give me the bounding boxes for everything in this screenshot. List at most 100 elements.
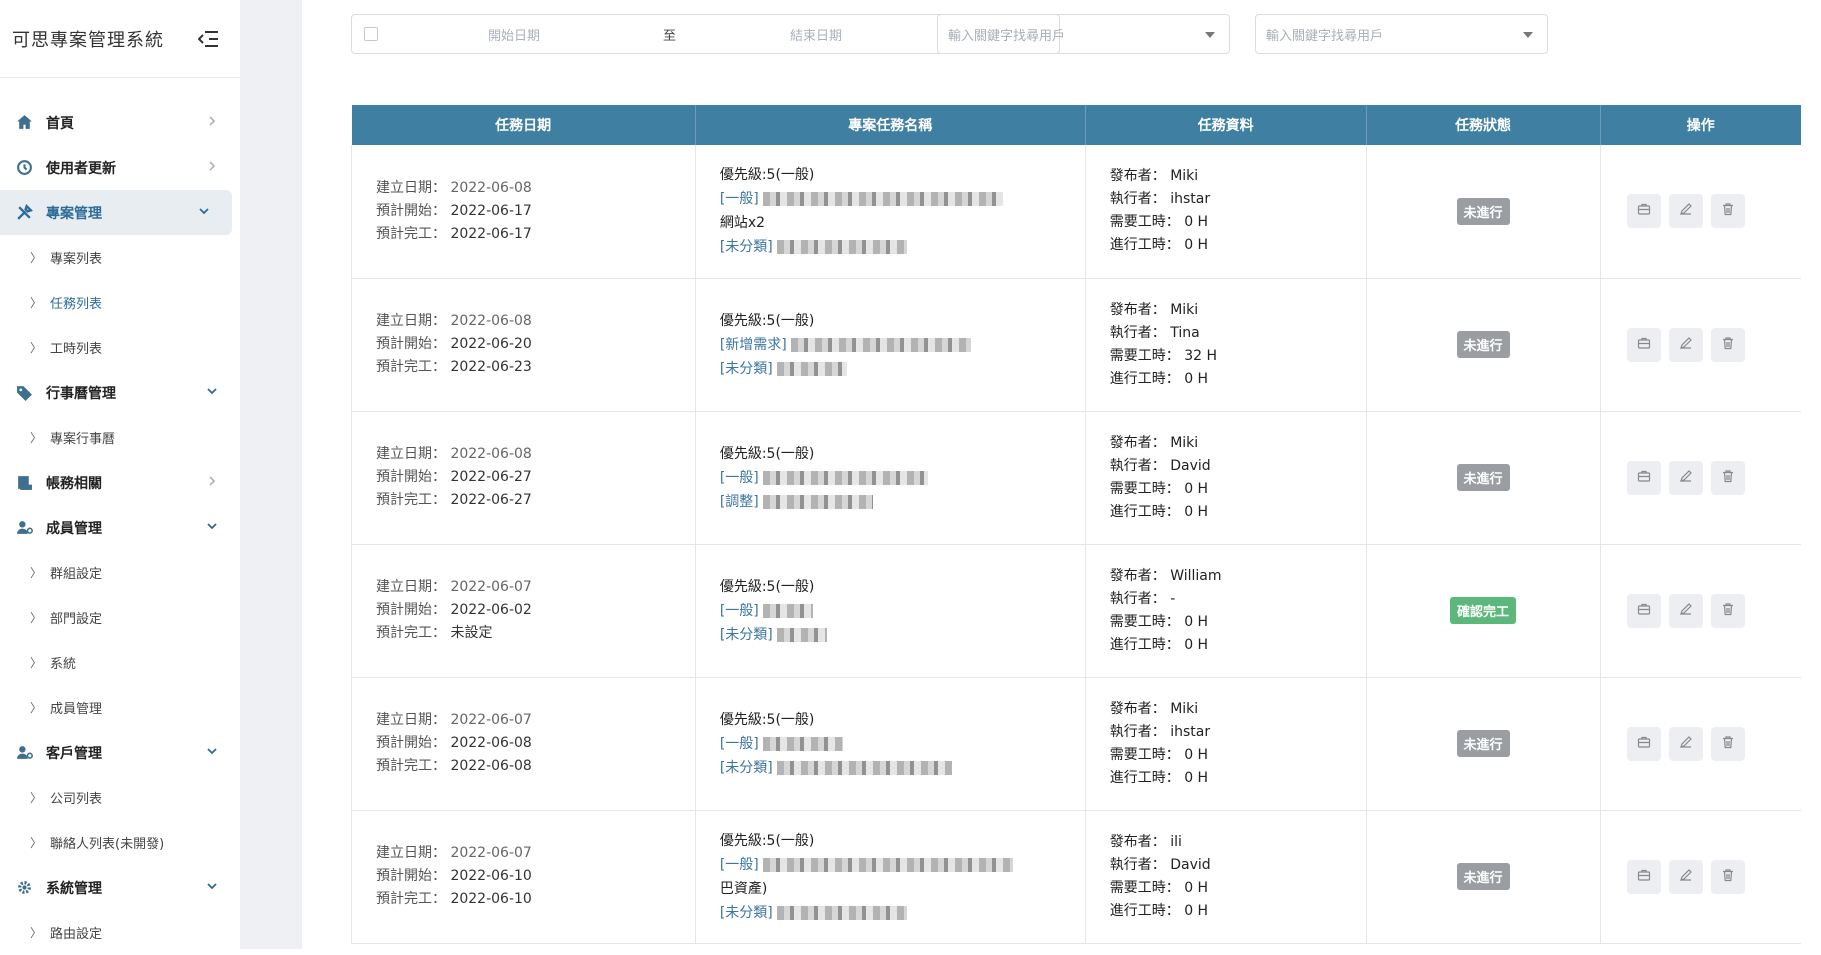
table-header-row: 任務日期 專案任務名稱 任務資料 任務狀態 操作 bbox=[351, 105, 1801, 145]
content-gutter bbox=[240, 0, 302, 949]
filter-bar: 開始日期 至 結束日期 輸入關鍵字找尋用戶 輸入關鍵字找尋用戶 bbox=[302, 0, 1821, 80]
sidebar-item-10[interactable]: 〉群組設定 bbox=[0, 550, 240, 595]
task-table: 任務日期 專案任務名稱 任務資料 任務狀態 操作 建立日期： 2022-06-0… bbox=[351, 105, 1801, 944]
view-button[interactable] bbox=[1626, 194, 1661, 229]
sidebar-item-0[interactable]: 首頁 bbox=[0, 100, 240, 145]
task-class-tag[interactable]: [未分類] bbox=[720, 361, 773, 377]
publisher-select[interactable]: 輸入關鍵字找尋用戶 bbox=[937, 14, 1230, 54]
sidebar-item-2[interactable]: 專案管理 bbox=[0, 190, 232, 235]
plan-end-date: 2022-06-10 bbox=[450, 891, 532, 907]
created-label: 建立日期： bbox=[376, 579, 446, 595]
task-category-tag[interactable]: [新增需求] bbox=[720, 337, 787, 353]
sidebar-item-3[interactable]: 〉專案列表 bbox=[0, 235, 240, 280]
sidebar-item-1[interactable]: 使用者更新 bbox=[0, 145, 240, 190]
assignee-select-placeholder: 輸入關鍵字找尋用戶 bbox=[1266, 28, 1384, 44]
task-name-cell: 優先級:5(一般) [一般] 巴資產) [未分類] bbox=[695, 810, 1086, 944]
task-info-cell: 發布者： Miki 執行者： ihstar 需要工時： 0 H 進行工時： 0 H bbox=[1085, 677, 1367, 811]
view-button[interactable] bbox=[1626, 460, 1661, 495]
need-hours-label: 需要工時： bbox=[1109, 613, 1180, 630]
sidebar-item-18[interactable]: 〉路由設定 bbox=[0, 910, 240, 955]
view-button[interactable] bbox=[1626, 859, 1661, 894]
task-category-tag[interactable]: [一般] bbox=[720, 470, 759, 486]
redacted-text bbox=[762, 494, 873, 509]
table-row[interactable]: 建立日期： 2022-06-07 預計開始： 2022-06-02 預計完工： 未設… bbox=[351, 544, 1801, 678]
delete-button[interactable] bbox=[1710, 194, 1745, 229]
task-class-tag[interactable]: [未分類] bbox=[720, 905, 773, 921]
sidebar-item-9[interactable]: 成員管理 bbox=[0, 505, 240, 550]
sidebar-item-8[interactable]: 帳務相關 bbox=[0, 460, 240, 505]
assignee-select[interactable]: 輸入關鍵字找尋用戶 bbox=[1255, 14, 1548, 54]
edit-button[interactable] bbox=[1668, 327, 1703, 362]
need-hours-label: 需要工時： bbox=[1109, 746, 1180, 763]
sidebar-item-16[interactable]: 〉聯絡人列表(未開發) bbox=[0, 820, 240, 865]
chevron-right-icon: 〉 bbox=[30, 926, 43, 940]
table-row[interactable]: 建立日期： 2022-06-08 預計開始： 2022-06-20 預計完工： 20… bbox=[351, 278, 1801, 412]
edit-button[interactable] bbox=[1668, 859, 1703, 894]
edit-button[interactable] bbox=[1668, 194, 1703, 229]
created-date: 2022-06-07 bbox=[450, 845, 532, 861]
sidebar-item-13[interactable]: 〉成員管理 bbox=[0, 685, 240, 730]
task-category-tag[interactable]: [一般] bbox=[720, 191, 759, 207]
chevron-right-icon: 〉 bbox=[30, 431, 43, 445]
main-content: 開始日期 至 結束日期 輸入關鍵字找尋用戶 輸入關鍵字找尋用戶 任務日期 專案任… bbox=[302, 0, 1821, 949]
publisher-value: ili bbox=[1170, 833, 1182, 850]
sidebar-item-14[interactable]: 客戶管理 bbox=[0, 730, 240, 775]
chevron-right-icon: 〉 bbox=[30, 701, 43, 715]
header-actions: 操作 bbox=[1600, 105, 1801, 145]
plan-end-label: 預計完工： bbox=[376, 359, 446, 375]
redacted-text bbox=[776, 905, 907, 920]
date-start-input[interactable]: 開始日期 bbox=[488, 25, 540, 44]
delete-button[interactable] bbox=[1710, 460, 1745, 495]
task-class-tag[interactable]: [未分類] bbox=[720, 760, 773, 776]
table-row[interactable]: 建立日期： 2022-06-07 預計開始： 2022-06-08 預計完工： 20… bbox=[351, 677, 1801, 811]
delete-button[interactable] bbox=[1710, 726, 1745, 761]
sidebar-item-12[interactable]: 〉系統 bbox=[0, 640, 240, 685]
sidebar-item-11[interactable]: 〉部門設定 bbox=[0, 595, 240, 640]
sidebar-nav: 首頁 使用者更新 專案管理〉專案列表〉任務列表〉工時列表 行事曆管理〉專案行事曆 帳務相… bbox=[0, 78, 240, 955]
work-hours-label: 進行工時： bbox=[1109, 902, 1180, 919]
task-name-cell: 優先級:5(一般) [一般] 網站x2 [未分類] bbox=[695, 145, 1086, 279]
delete-button[interactable] bbox=[1710, 859, 1745, 894]
task-priority: 優先級:5(一般) bbox=[719, 711, 815, 728]
work-hours-value: 0 H bbox=[1184, 237, 1209, 254]
edit-button[interactable] bbox=[1668, 593, 1703, 628]
view-button[interactable] bbox=[1626, 593, 1661, 628]
date-end-input[interactable]: 結束日期 bbox=[790, 25, 842, 44]
plan-start-label: 預計開始： bbox=[376, 602, 446, 618]
brand-header: 可思專案管理系統 bbox=[0, 0, 240, 78]
task-status-cell: 未進行 bbox=[1366, 411, 1601, 545]
table-row[interactable]: 建立日期： 2022-06-08 預計開始： 2022-06-27 預計完工： 20… bbox=[351, 411, 1801, 545]
sidebar-item-4[interactable]: 〉任務列表 bbox=[0, 280, 240, 325]
history-icon bbox=[14, 158, 34, 178]
delete-button[interactable] bbox=[1710, 593, 1745, 628]
delete-button[interactable] bbox=[1710, 327, 1745, 362]
chevron-right-icon: 〉 bbox=[30, 296, 43, 310]
work-hours-label: 進行工時： bbox=[1109, 769, 1180, 786]
view-button[interactable] bbox=[1626, 327, 1661, 362]
sidebar-item-label: 專案行事曆 bbox=[50, 432, 116, 447]
task-date-cell: 建立日期： 2022-06-07 預計開始： 2022-06-08 預計完工： 20… bbox=[351, 677, 696, 811]
task-category-tag[interactable]: [一般] bbox=[720, 857, 759, 873]
task-category-tag[interactable]: [一般] bbox=[720, 736, 759, 752]
task-category-tag[interactable]: [一般] bbox=[720, 603, 759, 619]
sidebar-item-6[interactable]: 行事曆管理 bbox=[0, 370, 240, 415]
sidebar-item-15[interactable]: 〉公司列表 bbox=[0, 775, 240, 820]
sidebar-item-label: 成員管理 bbox=[46, 520, 102, 537]
view-button[interactable] bbox=[1626, 726, 1661, 761]
plan-end-date: 2022-06-27 bbox=[450, 492, 532, 508]
sidebar-item-17[interactable]: 系統管理 bbox=[0, 865, 240, 910]
task-class-tag[interactable]: [未分類] bbox=[720, 239, 773, 255]
sidebar-item-7[interactable]: 〉專案行事曆 bbox=[0, 415, 240, 460]
task-class-tag[interactable]: [調整] bbox=[720, 494, 759, 510]
edit-button[interactable] bbox=[1668, 460, 1703, 495]
work-hours-label: 進行工時： bbox=[1109, 636, 1180, 653]
task-class-tag[interactable]: [未分類] bbox=[720, 627, 773, 643]
sidebar-item-5[interactable]: 〉工時列表 bbox=[0, 325, 240, 370]
plan-end-label: 預計完工： bbox=[376, 891, 446, 907]
task-info-cell: 發布者： William 執行者： - 需要工時： 0 H 進行工時： 0 H bbox=[1085, 544, 1367, 678]
table-row[interactable]: 建立日期： 2022-06-08 預計開始： 2022-06-17 預計完工： 20… bbox=[351, 145, 1801, 279]
table-row[interactable]: 建立日期： 2022-06-07 預計開始： 2022-06-10 預計完工： 20… bbox=[351, 810, 1801, 944]
menu-collapse-icon[interactable] bbox=[197, 29, 220, 49]
trash-icon bbox=[1721, 202, 1735, 220]
edit-button[interactable] bbox=[1668, 726, 1703, 761]
